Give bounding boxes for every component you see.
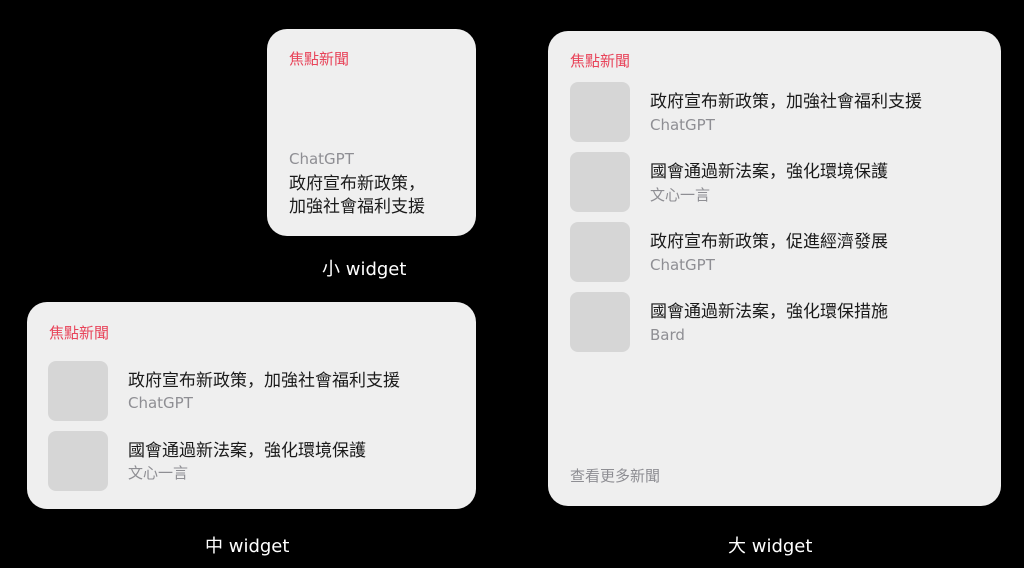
news-source: ChatGPT: [128, 394, 193, 412]
news-headline-line-1: 政府宣布新政策，: [289, 174, 425, 194]
news-thumbnail: [48, 361, 108, 421]
widget-title: 焦點新聞: [49, 324, 110, 342]
widget-title: 焦點新聞: [289, 50, 350, 68]
news-headline-line-2: 加強社會福利支援: [289, 197, 425, 217]
news-thumbnail: [48, 431, 108, 491]
news-source: 文心一言: [128, 464, 189, 482]
news-thumbnail: [570, 292, 630, 352]
news-source: ChatGPT: [650, 256, 715, 274]
news-headline: 國會通過新法案，強化環境保護: [650, 162, 888, 182]
large-widget-caption: 大 widget: [728, 536, 813, 557]
news-source: 文心一言: [650, 186, 711, 204]
news-thumbnail: [570, 222, 630, 282]
news-headline: 國會通過新法案，強化環保措施: [650, 302, 888, 322]
widget-showcase: 焦點新聞 ChatGPT 政府宣布新政策， 加強社會福利支援 小 widget …: [0, 0, 1024, 568]
news-headline: 政府宣布新政策，加強社會福利支援: [650, 92, 922, 112]
widget-title: 焦點新聞: [570, 52, 631, 70]
news-headline: 政府宣布新政策，加強社會福利支援: [128, 371, 400, 391]
news-source: Bard: [650, 326, 685, 344]
news-headline: 國會通過新法案，強化環境保護: [128, 441, 366, 461]
see-more-news-link[interactable]: 查看更多新聞: [570, 467, 660, 485]
large-news-widget: 焦點新聞 政府宣布新政策，加強社會福利支援 ChatGPT 國會通過新法案，強化…: [548, 31, 1001, 506]
small-widget-caption: 小 widget: [322, 259, 407, 280]
news-source: ChatGPT: [289, 150, 354, 168]
news-thumbnail: [570, 152, 630, 212]
small-news-widget[interactable]: 焦點新聞 ChatGPT 政府宣布新政策， 加強社會福利支援: [267, 29, 476, 236]
news-headline: 政府宣布新政策，促進經濟發展: [650, 232, 888, 252]
news-thumbnail: [570, 82, 630, 142]
medium-widget-caption: 中 widget: [205, 536, 290, 557]
news-source: ChatGPT: [650, 116, 715, 134]
medium-news-widget: 焦點新聞 政府宣布新政策，加強社會福利支援 ChatGPT 國會通過新法案，強化…: [27, 302, 476, 509]
